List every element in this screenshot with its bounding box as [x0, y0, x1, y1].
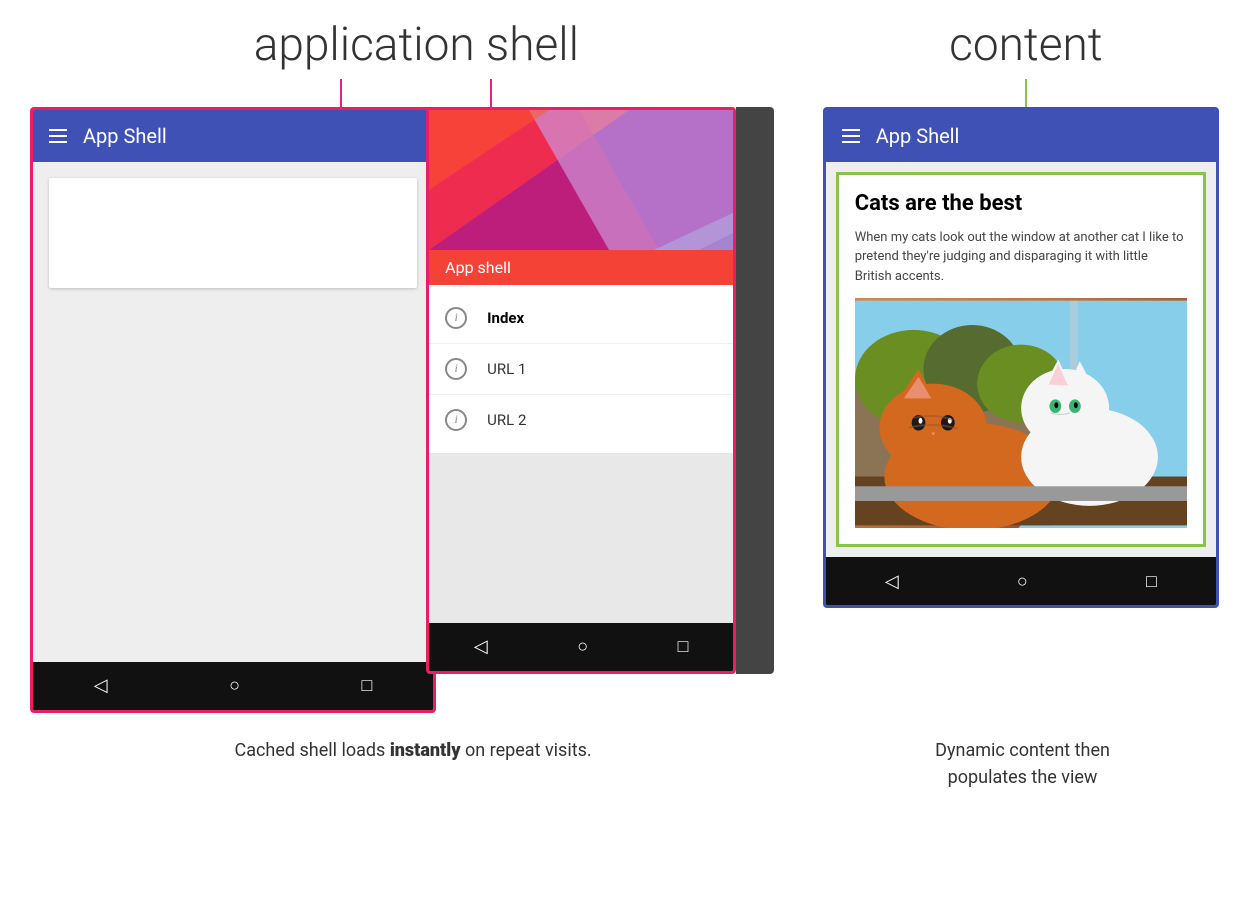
drawer-item-index-label: Index	[487, 309, 524, 327]
caption-left-area: Cached shell loads instantly on repeat v…	[30, 723, 796, 764]
phone1-frame: App Shell ◁ ○ □	[30, 107, 436, 713]
phone3-content-area: Cats are the best When my cats look out …	[826, 162, 1216, 558]
application-shell-label: application shell	[254, 20, 579, 71]
cat-image	[855, 298, 1187, 528]
recents-button-3[interactable]: □	[1146, 571, 1157, 592]
phone1-navbar: ◁ ○ □	[33, 662, 433, 710]
drawer-item-index[interactable]: i Index	[429, 293, 733, 344]
caption-right: Dynamic content then populates the view	[935, 737, 1110, 791]
phone1-title: App Shell	[83, 124, 167, 148]
content-connector-line	[1025, 79, 1027, 107]
caption-left-suffix: on repeat visits.	[465, 740, 592, 761]
phone2-drawer-menu: i Index i URL 1 i URL 2	[429, 285, 733, 453]
phone1-appbar: App Shell	[33, 110, 433, 162]
drawer-item-url2-label: URL 2	[487, 411, 526, 429]
drawer-item-url1[interactable]: i URL 1	[429, 344, 733, 395]
caption-left-bold: instantly	[390, 740, 461, 761]
info-icon-index: i	[445, 307, 467, 329]
content-label: content	[949, 20, 1102, 71]
phone2-frame: App shell i Index i URL 1 i	[426, 107, 736, 674]
back-button[interactable]: ◁	[94, 675, 108, 696]
caption-left-prefix: Cached shell loads	[234, 740, 385, 761]
phone3-frame: App Shell Cats are the best When my cats…	[823, 107, 1219, 609]
info-icon-url2: i	[445, 409, 467, 431]
hamburger-icon-3	[842, 129, 860, 143]
app-shell-overlay-label: App shell	[429, 250, 733, 285]
back-button-3[interactable]: ◁	[885, 571, 899, 592]
caption-left: Cached shell loads instantly on repeat v…	[234, 737, 591, 764]
home-button[interactable]: ○	[229, 675, 240, 696]
left-arrow-connector	[340, 79, 342, 107]
phone3-wrapper: App Shell Cats are the best When my cats…	[823, 107, 1219, 609]
phone1-content	[33, 162, 433, 662]
recents-button[interactable]: □	[362, 675, 373, 696]
phone2-header-image: App shell	[429, 110, 733, 285]
phone3-appbar: App Shell	[826, 110, 1216, 162]
home-button-3[interactable]: ○	[1017, 571, 1028, 592]
phone3-article: Cats are the best When my cats look out …	[836, 172, 1206, 548]
right-arrow-connector	[490, 79, 492, 107]
phone2-wrapper: App shell i Index i URL 1 i	[426, 107, 793, 674]
caption-right-line2: populates the view	[948, 767, 1098, 788]
phone1-content-card	[49, 178, 417, 288]
phone3-navbar: ◁ ○ □	[826, 557, 1216, 605]
back-button-2[interactable]: ◁	[474, 636, 488, 657]
phone2-outer: App shell i Index i URL 1 i	[426, 107, 793, 674]
hamburger-icon	[49, 129, 67, 143]
article-body: When my cats look out the window at anot…	[855, 228, 1187, 287]
phone2-dark-sidebar	[736, 107, 774, 674]
article-title: Cats are the best	[855, 191, 1187, 216]
caption-right-line1: Dynamic content then	[935, 740, 1110, 761]
phone2-navbar: ◁ ○ □	[429, 623, 733, 671]
phone2-body: App shell i Index i URL 1 i	[429, 110, 733, 671]
phone1-body: App Shell ◁ ○ □	[33, 110, 433, 710]
phone2-bottom-space	[429, 453, 733, 623]
phone3-body: App Shell Cats are the best When my cats…	[826, 110, 1216, 606]
phone3-title: App Shell	[876, 124, 960, 148]
phone1-wrapper: App Shell ◁ ○ □	[30, 107, 436, 713]
recents-button-2[interactable]: □	[678, 636, 689, 657]
home-button-2[interactable]: ○	[577, 636, 588, 657]
info-icon-url1: i	[445, 358, 467, 380]
drawer-item-url2[interactable]: i URL 2	[429, 395, 733, 445]
caption-right-area: Dynamic content then populates the view	[826, 723, 1219, 791]
drawer-item-url1-label: URL 1	[487, 360, 526, 378]
